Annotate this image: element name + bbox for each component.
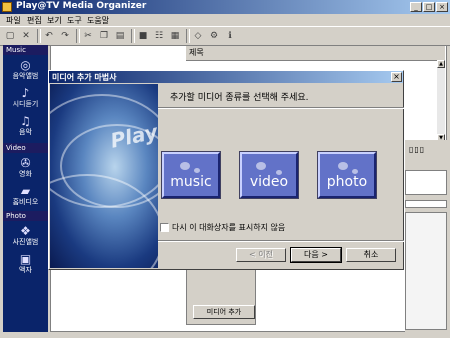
property-list[interactable] <box>405 212 447 330</box>
toolbar: ▢ ✕ ↶ ↷ ✂ ❐ ▤ ■ ☷ ▦ ◇ ⚙ ℹ <box>0 26 450 46</box>
delete-icon[interactable]: ✕ <box>20 30 32 42</box>
property-field[interactable] <box>405 170 447 195</box>
scroll-up-icon[interactable]: ▲ <box>437 60 445 68</box>
video-option-button[interactable]: video <box>240 152 298 198</box>
view-large-icon[interactable]: ■ <box>137 30 149 42</box>
sidebar-item-label: 사진앨범 <box>12 238 39 246</box>
new-icon[interactable]: ▢ <box>4 30 16 42</box>
dialog-title: 미디어 추가 마법사 <box>52 73 117 82</box>
music-note-icon: ♪ <box>21 86 30 100</box>
sidebar-header-photo: Photo <box>3 211 48 221</box>
redo-icon[interactable]: ↷ <box>59 30 71 42</box>
photo-option-label: photo <box>326 174 368 190</box>
sidebar-item-home-video[interactable]: ▰ 홈비디오 <box>3 183 48 209</box>
sidebar-item-label: 음악앨범 <box>12 72 39 80</box>
photo-album-icon: ❖ <box>20 224 31 238</box>
time-display: ▯▯▯ <box>409 145 426 154</box>
wizard-banner-image: Play@ <box>50 84 158 268</box>
divider <box>158 107 404 109</box>
wizard-prompt: 추가할 미디어 종류를 선택해 주세요. <box>170 93 309 103</box>
back-button[interactable]: < 이전 <box>236 248 286 262</box>
film-reel-icon: ✇ <box>20 156 31 170</box>
settings-icon[interactable]: ⚙ <box>208 30 220 42</box>
app-title-bar: Play@TV Media Organizer _ □ × <box>0 0 450 14</box>
navigate-icon[interactable]: ◇ <box>192 30 204 42</box>
add-media-button[interactable]: 미디어 추가 <box>193 305 255 319</box>
view-details-icon[interactable]: ☷ <box>153 30 165 42</box>
sidebar-item-frame[interactable]: ▣ 액자 <box>3 251 48 277</box>
sidebar: Music ◎ 음악앨범 ♪ 시디듣기 ♫ 음악 Video ✇ 영화 ▰ 홈비… <box>3 45 48 332</box>
video-icon: ▰ <box>20 184 31 198</box>
info-icon[interactable]: ℹ <box>224 30 236 42</box>
menu-view[interactable]: 보기 <box>47 15 62 26</box>
undo-icon[interactable]: ↶ <box>43 30 55 42</box>
dialog-title-bar: 미디어 추가 마법사 <box>49 71 403 83</box>
cut-icon[interactable]: ✂ <box>82 30 94 42</box>
view-list-icon[interactable]: ▦ <box>169 30 181 42</box>
sidebar-item-label: 음악 <box>19 128 32 136</box>
sidebar-item-label: 액자 <box>19 266 32 274</box>
minimize-button[interactable]: _ <box>410 2 422 12</box>
dont-show-again-label: 다시 이 대화상자를 표시하지 않음 <box>172 223 286 232</box>
close-window-button[interactable]: × <box>436 2 448 12</box>
maximize-button[interactable]: □ <box>423 2 435 12</box>
column-title: 제목 <box>189 48 204 57</box>
photo-option-button[interactable]: photo <box>318 152 376 198</box>
sidebar-item-movie[interactable]: ✇ 영화 <box>3 155 48 181</box>
sidebar-item-label: 시디듣기 <box>12 100 39 108</box>
column-header[interactable]: 제목 <box>186 46 445 61</box>
next-button[interactable]: 다음 > <box>290 247 342 263</box>
picture-frame-icon: ▣ <box>19 252 32 266</box>
cancel-button[interactable]: 취소 <box>346 248 396 262</box>
paste-icon[interactable]: ▤ <box>114 30 126 42</box>
menu-bar: 파일 편집 보기 도구 도움말 <box>0 14 450 26</box>
sidebar-item-label: 영화 <box>19 170 32 178</box>
menu-file[interactable]: 파일 <box>6 15 21 26</box>
sidebar-item-photo-album[interactable]: ❖ 사진앨범 <box>3 223 48 249</box>
sidebar-header-music: Music <box>3 45 48 55</box>
video-option-label: video <box>249 174 289 190</box>
app-icon <box>2 2 12 12</box>
menu-help[interactable]: 도움말 <box>87 15 109 26</box>
property-dropdown[interactable] <box>405 200 447 208</box>
menu-tools[interactable]: 도구 <box>67 15 82 26</box>
sidebar-item-music[interactable]: ♫ 음악 <box>3 113 48 139</box>
music-option-label: music <box>170 174 212 190</box>
divider <box>158 240 404 242</box>
sidebar-item-cd[interactable]: ♪ 시디듣기 <box>3 85 48 111</box>
music-notes-icon: ♫ <box>20 114 31 128</box>
menu-edit[interactable]: 편집 <box>27 15 42 26</box>
dont-show-again-checkbox[interactable] <box>160 223 169 232</box>
dialog-close-button[interactable]: × <box>391 72 402 82</box>
cd-icon: ◎ <box>20 58 31 72</box>
sidebar-item-label: 홈비디오 <box>12 198 39 206</box>
sidebar-header-video: Video <box>3 143 48 153</box>
app-title: Play@TV Media Organizer <box>16 1 147 11</box>
copy-icon[interactable]: ❐ <box>98 30 110 42</box>
music-option-button[interactable]: music <box>162 152 220 198</box>
sidebar-item-music-album[interactable]: ◎ 음악앨범 <box>3 57 48 83</box>
vertical-scrollbar[interactable]: ▲ ▼ <box>437 60 445 142</box>
properties-panel: ▯▯▯ <box>405 140 447 332</box>
